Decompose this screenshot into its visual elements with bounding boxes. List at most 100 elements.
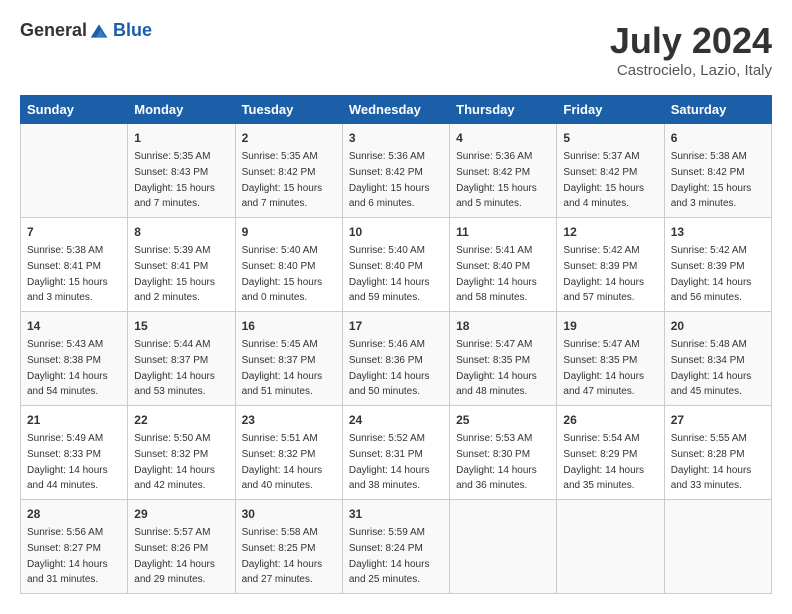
calendar-cell: 27Sunrise: 5:55 AM Sunset: 8:28 PM Dayli…	[664, 406, 771, 500]
calendar-header-row: SundayMondayTuesdayWednesdayThursdayFrid…	[21, 96, 772, 124]
calendar-cell	[557, 500, 664, 594]
logo-general: General	[20, 20, 87, 41]
week-row-5: 28 Sunrise: 5:56 AM Sunset: 8:27 PM Dayli…	[21, 500, 772, 594]
day-number: 4	[456, 129, 550, 147]
day-number: 5	[563, 129, 657, 147]
calendar-cell: 9Sunrise: 5:40 AM Sunset: 8:40 PM Daylig…	[235, 218, 342, 312]
day-info: Sunrise: 5:42 AM Sunset: 8:39 PM Dayligh…	[563, 245, 644, 303]
day-info: Sunrise: 5:43 AM Sunset: 8:38 PM Dayligh…	[27, 339, 108, 397]
day-info: Sunrise: 5:52 AM Sunset: 8:31 PM Dayligh…	[349, 433, 430, 491]
day-info: Sunrise: 5:44 AM Sunset: 8:37 PM Dayligh…	[134, 339, 215, 397]
calendar-cell: 21 Sunrise: 5:49 AM Sunset: 8:33 PM Dayli…	[21, 406, 128, 500]
calendar-cell: 6 Sunrise: 5:38 AM Sunset: 8:42 PM Daylig…	[664, 124, 771, 218]
calendar-cell: 29Sunrise: 5:57 AM Sunset: 8:26 PM Dayli…	[128, 500, 235, 594]
day-number: 31	[349, 505, 443, 523]
day-number: 17	[349, 317, 443, 335]
day-info: Sunrise: 5:36 AM Sunset: 8:42 PM Dayligh…	[349, 151, 430, 209]
day-info: Sunrise: 5:51 AM Sunset: 8:32 PM Dayligh…	[242, 433, 323, 491]
calendar-cell: 15 Sunrise: 5:44 AM Sunset: 8:37 PM Dayli…	[128, 312, 235, 406]
day-number: 13	[671, 223, 765, 241]
day-info: Sunrise: 5:36 AM Sunset: 8:42 PM Dayligh…	[456, 151, 537, 209]
calendar-cell: 30Sunrise: 5:58 AM Sunset: 8:25 PM Dayli…	[235, 500, 342, 594]
day-number: 7	[27, 223, 121, 241]
day-number: 23	[242, 411, 336, 429]
calendar-cell	[450, 500, 557, 594]
day-info: Sunrise: 5:59 AM Sunset: 8:24 PM Dayligh…	[349, 527, 430, 585]
calendar-cell: 4 Sunrise: 5:36 AM Sunset: 8:42 PM Daylig…	[450, 124, 557, 218]
logo: General Blue	[20, 20, 152, 41]
calendar-cell: 3 Sunrise: 5:36 AM Sunset: 8:42 PM Daylig…	[342, 124, 449, 218]
day-number: 2	[242, 129, 336, 147]
calendar-cell: 24 Sunrise: 5:52 AM Sunset: 8:31 PM Dayli…	[342, 406, 449, 500]
calendar-cell: 20 Sunrise: 5:48 AM Sunset: 8:34 PM Dayli…	[664, 312, 771, 406]
day-number: 3	[349, 129, 443, 147]
day-number: 12	[563, 223, 657, 241]
day-number: 30	[242, 505, 336, 523]
calendar-cell	[21, 124, 128, 218]
calendar-cell: 17 Sunrise: 5:46 AM Sunset: 8:36 PM Dayli…	[342, 312, 449, 406]
calendar-cell: 1Sunrise: 5:35 AM Sunset: 8:43 PM Daylig…	[128, 124, 235, 218]
day-info: Sunrise: 5:48 AM Sunset: 8:34 PM Dayligh…	[671, 339, 752, 397]
day-info: Sunrise: 5:50 AM Sunset: 8:32 PM Dayligh…	[134, 433, 215, 491]
calendar-cell: 2 Sunrise: 5:35 AM Sunset: 8:42 PM Daylig…	[235, 124, 342, 218]
day-number: 11	[456, 223, 550, 241]
logo-icon	[89, 21, 109, 41]
week-row-2: 7 Sunrise: 5:38 AM Sunset: 8:41 PM Daylig…	[21, 218, 772, 312]
day-info: Sunrise: 5:53 AM Sunset: 8:30 PM Dayligh…	[456, 433, 537, 491]
title-block: July 2024 Castrocielo, Lazio, Italy	[610, 20, 772, 79]
location-title: Castrocielo, Lazio, Italy	[610, 62, 772, 79]
header-friday: Friday	[557, 96, 664, 124]
week-row-3: 14 Sunrise: 5:43 AM Sunset: 8:38 PM Dayli…	[21, 312, 772, 406]
day-info: Sunrise: 5:54 AM Sunset: 8:29 PM Dayligh…	[563, 433, 644, 491]
day-number: 21	[27, 411, 121, 429]
calendar-cell: 12 Sunrise: 5:42 AM Sunset: 8:39 PM Dayli…	[557, 218, 664, 312]
calendar-cell: 28 Sunrise: 5:56 AM Sunset: 8:27 PM Dayli…	[21, 500, 128, 594]
day-number: 14	[27, 317, 121, 335]
header-sunday: Sunday	[21, 96, 128, 124]
page-header: General Blue July 2024 Castrocielo, Lazi…	[20, 20, 772, 79]
day-info: Sunrise: 5:55 AM Sunset: 8:28 PM Dayligh…	[671, 433, 752, 491]
day-number: 6	[671, 129, 765, 147]
calendar-cell	[664, 500, 771, 594]
day-info: Sunrise: 5:56 AM Sunset: 8:27 PM Dayligh…	[27, 527, 108, 585]
calendar-cell: 8Sunrise: 5:39 AM Sunset: 8:41 PM Daylig…	[128, 218, 235, 312]
header-saturday: Saturday	[664, 96, 771, 124]
day-info: Sunrise: 5:49 AM Sunset: 8:33 PM Dayligh…	[27, 433, 108, 491]
calendar-cell: 31 Sunrise: 5:59 AM Sunset: 8:24 PM Dayli…	[342, 500, 449, 594]
calendar-cell: 13 Sunrise: 5:42 AM Sunset: 8:39 PM Dayli…	[664, 218, 771, 312]
day-info: Sunrise: 5:38 AM Sunset: 8:42 PM Dayligh…	[671, 151, 752, 209]
day-number: 15	[134, 317, 228, 335]
calendar-cell: 10Sunrise: 5:40 AM Sunset: 8:40 PM Dayli…	[342, 218, 449, 312]
calendar-cell: 7 Sunrise: 5:38 AM Sunset: 8:41 PM Daylig…	[21, 218, 128, 312]
calendar-cell: 14 Sunrise: 5:43 AM Sunset: 8:38 PM Dayli…	[21, 312, 128, 406]
day-info: Sunrise: 5:47 AM Sunset: 8:35 PM Dayligh…	[456, 339, 537, 397]
day-number: 22	[134, 411, 228, 429]
calendar-table: SundayMondayTuesdayWednesdayThursdayFrid…	[20, 95, 772, 594]
day-info: Sunrise: 5:41 AM Sunset: 8:40 PM Dayligh…	[456, 245, 537, 303]
calendar-cell: 11 Sunrise: 5:41 AM Sunset: 8:40 PM Dayli…	[450, 218, 557, 312]
calendar-cell: 19 Sunrise: 5:47 AM Sunset: 8:35 PM Dayli…	[557, 312, 664, 406]
header-tuesday: Tuesday	[235, 96, 342, 124]
day-number: 20	[671, 317, 765, 335]
day-info: Sunrise: 5:47 AM Sunset: 8:35 PM Dayligh…	[563, 339, 644, 397]
day-info: Sunrise: 5:38 AM Sunset: 8:41 PM Dayligh…	[27, 245, 108, 303]
day-info: Sunrise: 5:35 AM Sunset: 8:43 PM Dayligh…	[134, 151, 215, 209]
day-number: 19	[563, 317, 657, 335]
calendar-cell: 16Sunrise: 5:45 AM Sunset: 8:37 PM Dayli…	[235, 312, 342, 406]
day-number: 10	[349, 223, 443, 241]
day-info: Sunrise: 5:46 AM Sunset: 8:36 PM Dayligh…	[349, 339, 430, 397]
calendar-cell: 18Sunrise: 5:47 AM Sunset: 8:35 PM Dayli…	[450, 312, 557, 406]
day-number: 9	[242, 223, 336, 241]
day-number: 28	[27, 505, 121, 523]
day-number: 25	[456, 411, 550, 429]
day-info: Sunrise: 5:42 AM Sunset: 8:39 PM Dayligh…	[671, 245, 752, 303]
week-row-1: 1Sunrise: 5:35 AM Sunset: 8:43 PM Daylig…	[21, 124, 772, 218]
day-info: Sunrise: 5:45 AM Sunset: 8:37 PM Dayligh…	[242, 339, 323, 397]
day-info: Sunrise: 5:35 AM Sunset: 8:42 PM Dayligh…	[242, 151, 323, 209]
day-info: Sunrise: 5:57 AM Sunset: 8:26 PM Dayligh…	[134, 527, 215, 585]
calendar-cell: 23 Sunrise: 5:51 AM Sunset: 8:32 PM Dayli…	[235, 406, 342, 500]
calendar-cell: 22 Sunrise: 5:50 AM Sunset: 8:32 PM Dayli…	[128, 406, 235, 500]
calendar-cell: 5Sunrise: 5:37 AM Sunset: 8:42 PM Daylig…	[557, 124, 664, 218]
header-thursday: Thursday	[450, 96, 557, 124]
day-number: 24	[349, 411, 443, 429]
